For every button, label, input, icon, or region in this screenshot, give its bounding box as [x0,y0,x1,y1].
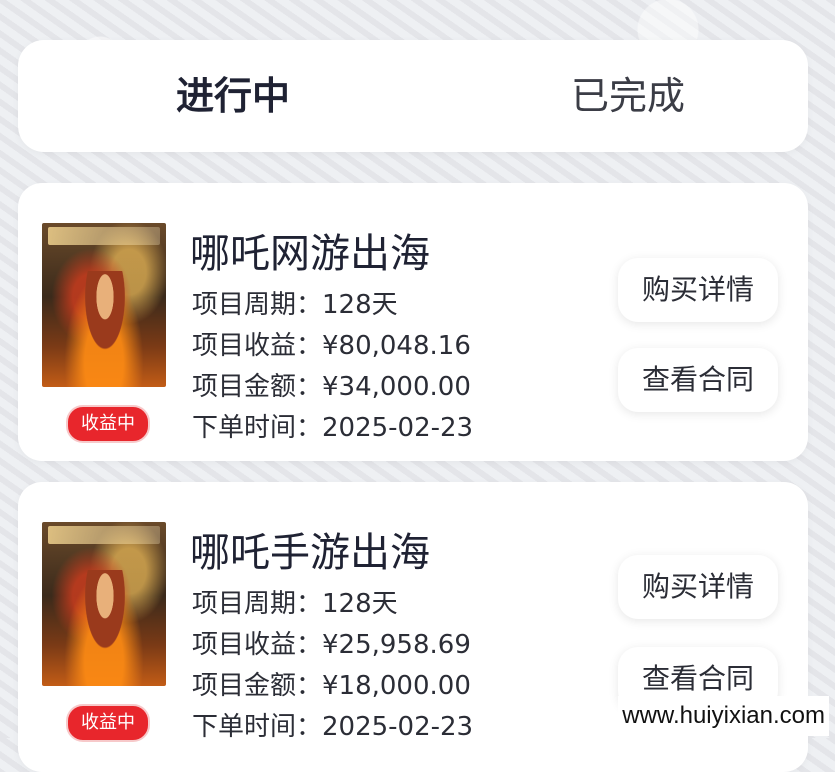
project-period: 项目周期：128天 [192,589,398,619]
tab-completed[interactable]: 已完成 [518,40,738,152]
project-poster-image [42,522,166,686]
tab-in-progress[interactable]: 进行中 [128,40,338,152]
order-time: 下单时间：2025-02-23 [192,413,474,443]
project-amount: 项目金额：¥18,000.00 [192,671,471,701]
project-amount: 项目金额：¥34,000.00 [192,372,471,402]
status-badge: 收益中 [66,704,150,742]
project-poster-image [42,223,166,387]
site-watermark: www.huiyixian.com [618,696,829,736]
view-contract-button[interactable]: 查看合同 [618,348,778,412]
project-title: 哪吒手游出海 [190,530,430,576]
project-earnings: 项目收益：¥80,048.16 [192,331,471,361]
status-badge: 收益中 [66,405,150,443]
buy-details-button[interactable]: 购买详情 [618,258,778,322]
status-tab-bar: 进行中 已完成 [18,40,808,152]
buy-details-button[interactable]: 购买详情 [618,555,778,619]
project-period: 项目周期：128天 [192,290,398,320]
project-info: 项目周期：128天 项目收益：¥25,958.69 项目金额：¥18,000.0… [192,584,473,748]
project-title: 哪吒网游出海 [190,231,430,277]
project-info: 项目周期：128天 项目收益：¥80,048.16 项目金额：¥34,000.0… [192,285,473,449]
order-time: 下单时间：2025-02-23 [192,712,474,742]
order-card[interactable]: 收益中 哪吒网游出海 项目周期：128天 项目收益：¥80,048.16 项目金… [18,183,808,461]
project-earnings: 项目收益：¥25,958.69 [192,630,471,660]
